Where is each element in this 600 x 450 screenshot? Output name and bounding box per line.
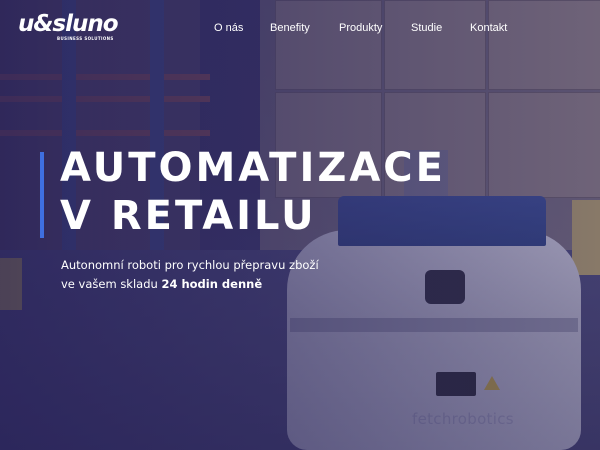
hero-subtitle-line-1: Autonomní roboti pro rychlou přepravu zb…	[61, 258, 319, 272]
nav-item-kontakt[interactable]: Kontakt	[470, 20, 507, 36]
hero-title-line-1: AUTOMATIZACE	[60, 145, 446, 191]
hero-subtitle: Autonomní roboti pro rychlou přepravu zb…	[61, 256, 319, 294]
logo[interactable]: u&sluno	[18, 12, 119, 36]
nav-item-studie[interactable]: Studie	[411, 20, 442, 36]
hero-subtitle-highlight: 24 hodin denně	[161, 277, 263, 291]
nav-item-produkty[interactable]: Produkty	[339, 20, 382, 36]
nav-item-o-nas[interactable]: O nás	[214, 20, 243, 36]
hero-subtitle-line-2: ve vašem skladu 24 hodin denně	[61, 275, 319, 294]
site-header: u&sluno BUSINESS SOLUTIONS O nás Benefit…	[0, 0, 600, 56]
title-accent-bar	[40, 152, 44, 238]
hero-subtitle-prefix: ve vašem skladu	[61, 277, 162, 291]
hero-section: fetchrobotics u&sluno BUSINESS SOLUTIONS…	[0, 0, 600, 450]
hero-title: AUTOMATIZACE V RETAILU	[60, 144, 446, 240]
nav-item-benefity[interactable]: Benefity	[270, 20, 310, 36]
hero-title-line-2: V RETAILU	[60, 193, 317, 239]
logo-tagline: BUSINESS SOLUTIONS	[57, 36, 114, 41]
